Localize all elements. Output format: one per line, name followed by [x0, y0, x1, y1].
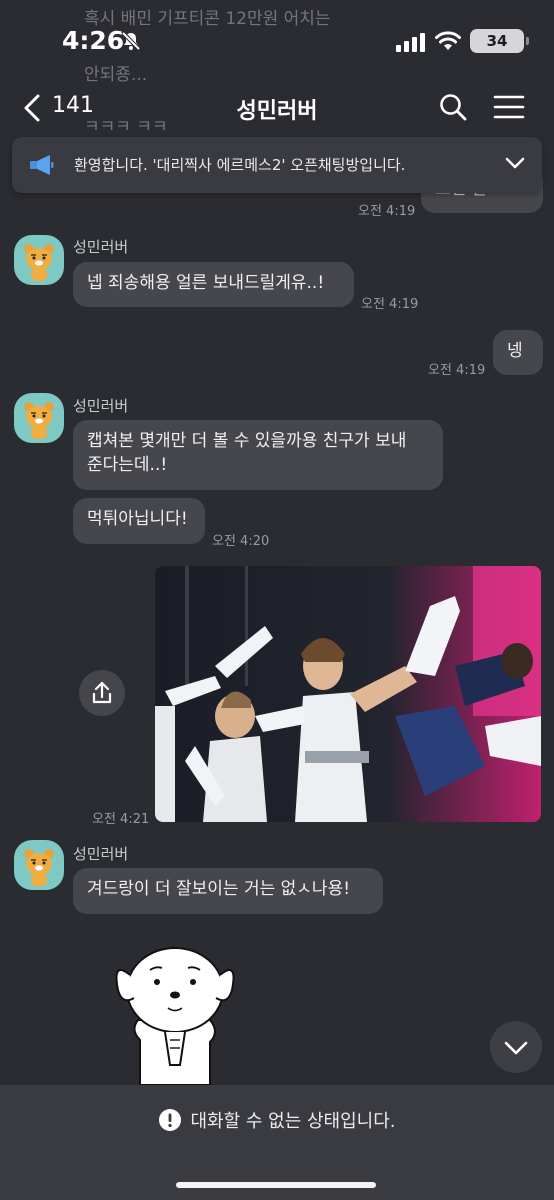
chat-title: 성민러버 [236, 99, 318, 124]
battery-tip [526, 37, 529, 45]
chevron-down-icon [504, 1041, 528, 1055]
message-text-line: 캡쳐본 몇개만 더 볼 수 있을까용 친구가 보내 [87, 431, 407, 451]
message-bubble-mine[interactable]: 넹 [493, 330, 543, 375]
chevron-down-icon[interactable] [504, 155, 526, 171]
wifi-icon [435, 31, 461, 50]
cellular-signal-icon [396, 33, 425, 52]
share-button[interactable] [79, 670, 125, 716]
message-timestamp: 오전 4:19 [361, 297, 419, 312]
notice-text: 환영합니다. '대리찍사 에르메스2' 오픈채팅방입니다. [74, 156, 406, 174]
battery-indicator: 34 [470, 29, 530, 53]
silent-bell-icon [121, 31, 141, 51]
search-icon[interactable] [438, 92, 468, 122]
bear-avatar-icon [24, 402, 54, 439]
message-bubble[interactable]: 넵 죄송해용 얼른 보내드릴게유..! [73, 262, 354, 307]
notice-banner[interactable]: 환영합니다. '대리찍사 에르메스2' 오픈채팅방입니다. [12, 137, 542, 193]
avatar[interactable] [14, 235, 64, 285]
message-timestamp: 오전 4:21 [92, 812, 150, 827]
sender-name: 성민러버 [73, 238, 129, 256]
avatar[interactable] [14, 393, 64, 443]
shared-photo[interactable] [155, 566, 541, 822]
message-bubble[interactable]: 겨드랑이 더 잘보이는 거는 없ㅅ나용! [73, 868, 383, 914]
puppy-sticker[interactable] [110, 940, 240, 1085]
disabled-message-text: 대화할 수 없는 상태입니다. [190, 1111, 396, 1132]
sender-name: 성민러버 [73, 397, 129, 415]
sender-name: 성민러버 [73, 845, 129, 863]
message-bubble[interactable]: 캡쳐본 몇개만 더 볼 수 있을까용 친구가 보내 준다는데..! [73, 420, 443, 490]
scroll-to-bottom-button[interactable] [490, 1021, 542, 1073]
status-time: 4:26 [62, 26, 125, 55]
message-timestamp: 오전 4:19 [358, 204, 416, 219]
avatar[interactable] [14, 840, 64, 890]
message-timestamp: 오전 4:19 [428, 363, 486, 378]
share-icon [92, 681, 112, 704]
menu-icon[interactable] [493, 94, 525, 120]
disabled-message: 대화할 수 없는 상태입니다. [0, 1107, 554, 1133]
megaphone-icon [30, 155, 54, 175]
bear-avatar-icon [24, 849, 54, 886]
message-bubble[interactable]: 먹튀아닙니다! [73, 498, 205, 544]
ghost-message-line: 혹시 배민 기프티콘 12만원 어치는 [84, 9, 331, 29]
battery-level: 34 [470, 29, 524, 53]
alert-icon [159, 1109, 182, 1131]
home-indicator[interactable] [176, 1182, 376, 1188]
message-text-line: 준다는데..! [87, 455, 168, 475]
bear-avatar-icon [24, 244, 54, 281]
message-timestamp: 오전 4:20 [212, 534, 270, 549]
input-disabled-bar: 대화할 수 없는 상태입니다. [0, 1085, 554, 1200]
